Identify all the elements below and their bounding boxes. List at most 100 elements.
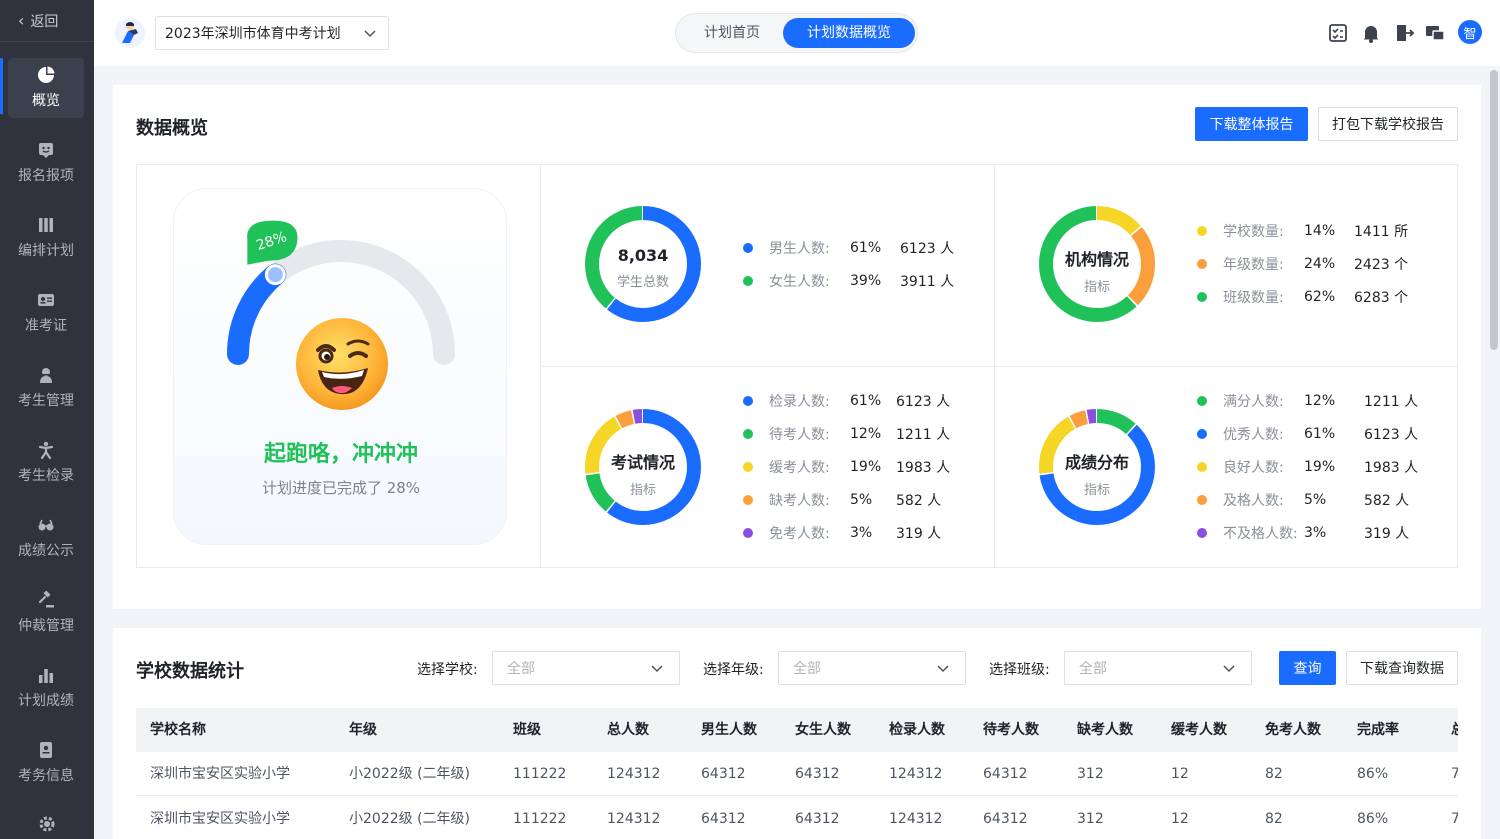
grade-filter-select[interactable]: 全部: [778, 651, 966, 685]
legend-name: 缓考人数:: [769, 460, 830, 476]
column-header[interactable]: 年级: [349, 708, 377, 752]
legend-percent: 12%: [850, 426, 882, 442]
legend-percent: 3%: [1304, 525, 1327, 541]
legend-dot: [1197, 429, 1207, 439]
sidebar-item-6[interactable]: 成绩公示: [8, 508, 84, 568]
column-header[interactable]: 学校名称: [150, 708, 206, 752]
institutions-legend-row: 年级数量: 24% 2423 个: [1197, 254, 1457, 274]
students-legend-row: 女生人数: 39% 3911 人: [743, 271, 1003, 291]
legend-name: 班级数量:: [1223, 290, 1284, 306]
scores-legend-row: 优秀人数: 61% 6123 人: [1197, 424, 1457, 444]
user-avatar[interactable]: 智: [1458, 20, 1482, 44]
table-cell: 深圳市宝安区实验小学: [150, 766, 290, 782]
sidebar-item-label: 仲裁管理: [18, 618, 74, 634]
back-button[interactable]: ‹ 返回: [0, 0, 94, 42]
legend-percent: 61%: [850, 240, 882, 256]
legend-dot: [1197, 528, 1207, 538]
sidebar-item-0[interactable]: 概览: [8, 58, 84, 118]
exam-legend-row: 缓考人数: 19% 1983 人: [743, 457, 1003, 477]
gauge-fill: [227, 263, 287, 365]
sidebar-item-7[interactable]: 仲裁管理: [8, 583, 84, 643]
legend-count: 582 人: [896, 493, 942, 509]
legend-percent: 19%: [1304, 459, 1336, 475]
school-filter-label: 选择学校:: [417, 662, 478, 678]
institutions-legend-row: 班级数量: 62% 6283 个: [1197, 287, 1457, 307]
legend-count: 6123 人: [896, 394, 951, 410]
logout-icon[interactable]: [1393, 22, 1415, 44]
class-filter-select[interactable]: 全部: [1064, 651, 1252, 685]
column-header[interactable]: 班级: [513, 708, 541, 752]
bell-icon[interactable]: [1360, 22, 1382, 44]
scores-legend-row: 良好人数: 19% 1983 人: [1197, 457, 1457, 477]
sidebar-item-label: 考生管理: [18, 393, 74, 409]
active-indicator: [0, 58, 3, 114]
legend-count: 3911 人: [900, 274, 955, 290]
legend-dot: [743, 243, 753, 253]
overview-title: 数据概览: [136, 118, 208, 139]
sidebar-item-3[interactable]: 准考证: [8, 283, 84, 343]
table-row[interactable]: 深圳市宝安区实验小学 小2022级 (二年级) 111222 124312 64312 6…: [136, 797, 1458, 839]
institutions-donut-block: 机构情况 指标: [1037, 204, 1157, 328]
class-filter-label: 选择班级:: [989, 662, 1050, 678]
exam-legend-row: 免考人数: 3% 319 人: [743, 523, 1003, 543]
column-header[interactable]: 男生人数: [701, 708, 757, 752]
query-button[interactable]: 查询: [1279, 651, 1336, 685]
sidebar-item-9[interactable]: 考务信息: [8, 733, 84, 793]
legend-percent: 14%: [1304, 223, 1336, 239]
scores-title: 成绩分布: [1064, 453, 1129, 472]
table-cell: 64312: [701, 766, 746, 782]
table-cell: 86%: [1357, 766, 1389, 782]
checklist-icon[interactable]: [1327, 22, 1349, 44]
legend-name: 年级数量:: [1223, 257, 1284, 273]
bar-chart-icon: [37, 666, 55, 684]
screen-share-icon[interactable]: [1424, 22, 1446, 44]
download-report-button[interactable]: 下载整体报告: [1195, 107, 1308, 141]
exam-title: 考试情况: [610, 453, 675, 472]
column-header[interactable]: 女生人数: [795, 708, 851, 752]
legend-dot: [743, 462, 753, 472]
sidebar-item-2[interactable]: 编排计划: [8, 208, 84, 268]
legend-percent: 62%: [1304, 289, 1336, 305]
legend-dot: [1197, 292, 1207, 302]
exam-legend-row: 缺考人数: 5% 582 人: [743, 490, 1003, 510]
table-cell: 124312: [889, 766, 943, 782]
table-row[interactable]: 深圳市宝安区实验小学 小2022级 (二年级) 111222 124312 64312 6…: [136, 752, 1458, 796]
column-header[interactable]: 完成率: [1357, 708, 1399, 752]
school-filter-select[interactable]: 全部: [492, 651, 680, 685]
table-cell: 12: [1171, 766, 1189, 782]
legend-count: 319 人: [1364, 526, 1410, 542]
tab-plan-home[interactable]: 计划首页: [680, 18, 784, 48]
institutions-legend-row: 学校数量: 14% 1411 所: [1197, 221, 1457, 241]
table-cell: 82: [1265, 811, 1283, 827]
column-header[interactable]: 总人数: [607, 708, 649, 752]
grade-filter-value: 全部: [793, 661, 821, 677]
sidebar-item-8[interactable]: 计划成绩: [8, 658, 84, 718]
legend-percent: 3%: [850, 525, 873, 541]
plan-select[interactable]: 2023年深圳市体育中考计划: [155, 16, 389, 50]
tab-plan-overview[interactable]: 计划数据概览: [783, 18, 915, 48]
institutions-donut-center: 机构情况 指标: [1037, 246, 1157, 295]
legend-dot: [743, 276, 753, 286]
app-logo-icon: [115, 18, 145, 48]
sidebar-item-label: 成绩公示: [18, 543, 74, 559]
sidebar-item-1[interactable]: 报名报项: [8, 133, 84, 193]
legend-dot: [1197, 259, 1207, 269]
download-query-button[interactable]: 下载查询数据: [1346, 651, 1458, 685]
column-header[interactable]: 总: [1451, 708, 1458, 752]
pack-download-button[interactable]: 打包下载学校报告: [1318, 107, 1458, 141]
column-header[interactable]: 待考人数: [983, 708, 1039, 752]
legend-dot: [743, 429, 753, 439]
students-total-label: 学生总数: [616, 275, 669, 290]
scrollbar-thumb[interactable]: [1490, 70, 1498, 350]
id-card-icon: [37, 291, 55, 309]
column-header[interactable]: 缺考人数: [1077, 708, 1133, 752]
sidebar-item-4[interactable]: 考生管理: [8, 358, 84, 418]
exam-legend-row: 待考人数: 12% 1211 人: [743, 424, 1003, 444]
column-header[interactable]: 缓考人数: [1171, 708, 1227, 752]
legend-dot: [743, 528, 753, 538]
column-header[interactable]: 免考人数: [1265, 708, 1321, 752]
column-header[interactable]: 检录人数: [889, 708, 945, 752]
sidebar-item-5[interactable]: 考生检录: [8, 433, 84, 493]
chevron-down-icon: [364, 30, 376, 38]
settings-icon[interactable]: [38, 815, 56, 833]
